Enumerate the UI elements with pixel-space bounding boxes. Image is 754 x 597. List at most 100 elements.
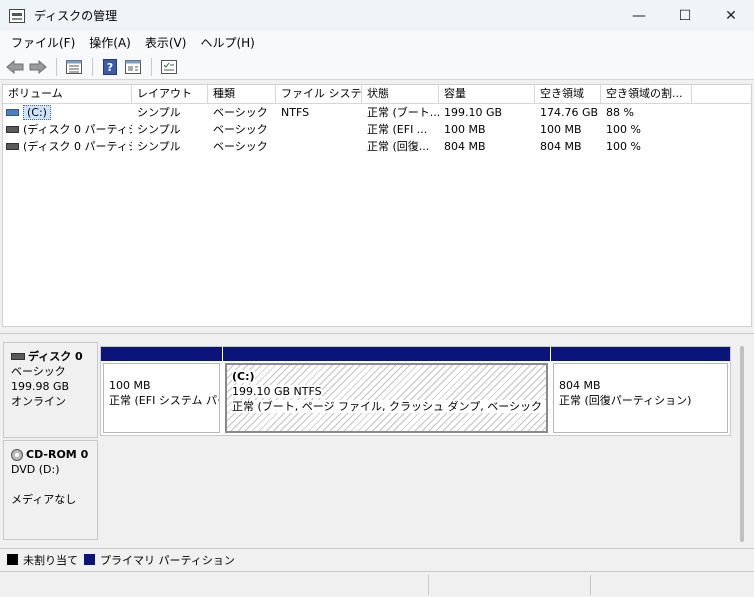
volume-list-header: ボリューム レイアウト 種類 ファイル システム 状態 容量 空き領域 空き領域… — [3, 85, 751, 104]
disk-0-label[interactable]: ディスク 0 ベーシック 199.98 GB オンライン — [3, 342, 98, 438]
status-bar-separator — [590, 575, 591, 595]
free-space-cell: 174.76 GB — [540, 106, 599, 119]
close-button[interactable]: ✕ — [708, 0, 754, 31]
show-hide-tree-icon — [125, 59, 141, 74]
type-cell: ベーシック — [213, 140, 268, 153]
partition-size: 804 MB — [559, 379, 601, 392]
column-header-filesystem[interactable]: ファイル システム — [276, 85, 362, 103]
help-icon: ? — [103, 58, 117, 75]
status-cell: 正常 (回復... — [367, 140, 430, 153]
table-row[interactable]: (ディスク 0 パーティシ... シンプル ベーシック 正常 (回復... 80… — [3, 138, 751, 155]
checklist-icon — [161, 59, 177, 74]
column-header-status[interactable]: 状態 — [362, 85, 439, 103]
layout-cell: シンプル — [137, 123, 181, 136]
show-hide-tree-button[interactable] — [122, 57, 144, 77]
layout-cell: シンプル — [137, 106, 181, 119]
vertical-scrollbar[interactable] — [740, 346, 744, 542]
status-bar — [0, 571, 754, 597]
partition-label-spacer — [559, 368, 722, 378]
partition-c[interactable]: (C:) 199.10 GB NTFS 正常 (ブート, ページ ファイル, ク… — [223, 347, 550, 435]
volume-cell: (C:) — [3, 105, 132, 120]
toolbar-separator — [151, 57, 152, 76]
disk-0-name-row: ディスク 0 — [11, 349, 90, 364]
partition-efi[interactable]: 100 MB 正常 (EFI システム パーティション) — [101, 347, 222, 435]
partition-size: 199.10 GB NTFS — [232, 384, 541, 399]
back-button[interactable] — [4, 57, 26, 77]
disk-management-app-icon — [9, 8, 25, 23]
back-arrow-icon — [6, 59, 24, 74]
partition-efi-body: 100 MB 正常 (EFI システム パーティション) — [103, 363, 220, 433]
forward-button[interactable] — [27, 57, 49, 77]
status-bar-separator — [428, 575, 429, 595]
disk-0-type: ベーシック — [11, 365, 66, 378]
help-button[interactable]: ? — [99, 57, 121, 77]
filesystem-cell: NTFS — [281, 106, 310, 119]
table-row[interactable]: (C:) シンプル ベーシック NTFS 正常 (ブート... 199.10 G… — [3, 104, 751, 121]
cdrom-0-media-area — [100, 440, 744, 540]
column-header-free-space[interactable]: 空き領域 — [535, 85, 601, 103]
partition-c-body: (C:) 199.10 GB NTFS 正常 (ブート, ページ ファイル, ク… — [225, 363, 548, 433]
partition-label: (C:) — [232, 369, 541, 384]
cdrom-0-spacer — [11, 477, 90, 492]
column-header-percent-free[interactable]: 空き領域の割... — [601, 85, 692, 103]
cdrom-0-name-row: CD-ROM 0 — [11, 447, 90, 462]
menu-help[interactable]: ヘルプ(H) — [193, 34, 261, 51]
free-space-cell: 100 MB — [540, 123, 582, 136]
system-volume-icon — [6, 109, 19, 116]
disk-0-status: オンライン — [11, 395, 66, 408]
properties-list-icon — [66, 59, 82, 74]
cd-drive-icon — [11, 448, 23, 461]
capacity-cell: 100 MB — [444, 123, 486, 136]
table-row[interactable]: (ディスク 0 パーティシ... シンプル ベーシック 正常 (EFI ... … — [3, 121, 751, 138]
partition-status: 正常 (ブート, ページ ファイル, クラッシュ ダンプ, ベーシック データ … — [232, 399, 546, 414]
disk-0-size: 199.98 GB — [11, 380, 70, 393]
properties-button[interactable] — [63, 57, 85, 77]
toolbar: ? — [0, 54, 754, 80]
partition-recovery-body: 804 MB 正常 (回復パーティション) — [553, 363, 728, 433]
capacity-cell: 804 MB — [444, 140, 486, 153]
volume-icon — [6, 143, 19, 150]
percent-free-cell: 100 % — [606, 123, 641, 136]
partition-status: 正常 (回復パーティション) — [559, 394, 692, 407]
maximize-button[interactable]: ☐ — [662, 0, 708, 31]
title-bar: ディスクの管理 — ☐ ✕ — [0, 0, 754, 31]
cdrom-0-label[interactable]: CD-ROM 0 DVD (D:) メディアなし — [3, 440, 98, 540]
svg-text:?: ? — [107, 61, 113, 74]
free-space-cell: 804 MB — [540, 140, 582, 153]
percent-free-cell: 100 % — [606, 140, 641, 153]
primary-partition-swatch — [84, 554, 95, 565]
menu-file[interactable]: ファイル(F) — [4, 34, 82, 51]
partition-recovery[interactable]: 804 MB 正常 (回復パーティション) — [551, 347, 730, 435]
column-header-type[interactable]: 種類 — [208, 85, 276, 103]
disk-0-partitions: 100 MB 正常 (EFI システム パーティション) (C:) 199.10… — [100, 346, 731, 436]
partition-status: 正常 (EFI システム パーティション) — [109, 394, 219, 407]
menu-action[interactable]: 操作(A) — [82, 34, 138, 51]
volume-cell: (ディスク 0 パーティシ... — [3, 121, 132, 138]
legend: 未割り当て プライマリ パーティション — [0, 548, 754, 570]
partition-label-spacer — [109, 368, 214, 378]
window-title: ディスクの管理 — [34, 9, 118, 23]
checklist-button[interactable] — [158, 57, 180, 77]
partition-status-text: 正常 (ブート, ページ ファイル, クラッシュ ダンプ, ベーシック データ … — [232, 400, 546, 413]
volume-name: (C:) — [23, 105, 51, 120]
volume-name: (ディスク 0 パーティシ... — [23, 123, 132, 136]
volume-name: (ディスク 0 パーティシ... — [23, 140, 132, 153]
hard-disk-icon — [11, 353, 25, 360]
column-header-layout[interactable]: レイアウト — [132, 85, 208, 103]
menu-view[interactable]: 表示(V) — [138, 34, 194, 51]
toolbar-separator — [56, 57, 57, 76]
partition-label-text: (C:) — [232, 370, 255, 383]
partition-size-text: 199.10 GB NTFS — [232, 385, 322, 398]
minimize-button[interactable]: — — [616, 0, 662, 31]
cdrom-0-type: DVD (D:) — [11, 463, 60, 476]
column-header-volume[interactable]: ボリューム — [3, 85, 132, 103]
primary-partition-bar — [551, 347, 730, 361]
column-header-capacity[interactable]: 容量 — [439, 85, 535, 103]
legend-primary-partition: プライマリ パーティション — [100, 553, 235, 567]
window-controls: — ☐ ✕ — [616, 0, 754, 31]
type-cell: ベーシック — [213, 123, 268, 136]
percent-free-cell: 88 % — [606, 106, 634, 119]
toolbar-separator — [92, 57, 93, 76]
volume-list-view[interactable]: ボリューム レイアウト 種類 ファイル システム 状態 容量 空き領域 空き領域… — [2, 84, 752, 327]
type-cell: ベーシック — [213, 106, 268, 119]
